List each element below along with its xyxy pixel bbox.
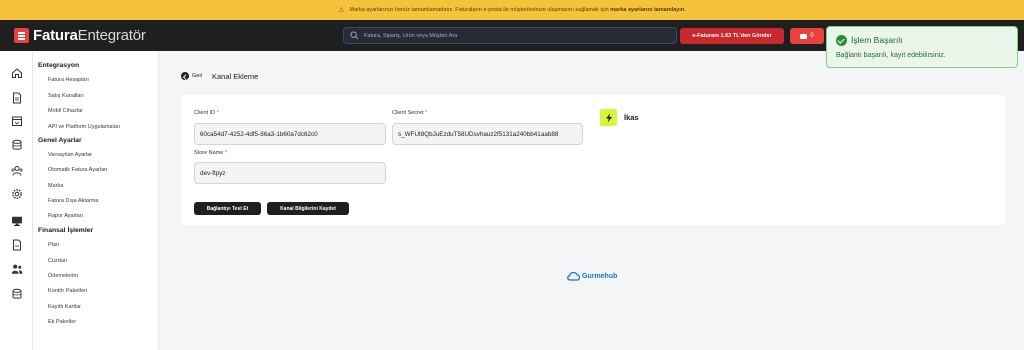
document-icon[interactable] <box>11 91 23 104</box>
notification-count: 0 <box>810 33 814 39</box>
send-invoice-button[interactable]: e-Faturanı 1.63 TL'den Gönder <box>680 28 784 44</box>
sidebar-item-varsayilan-ayarlar[interactable]: Varsayılan Ayarlar <box>48 152 92 158</box>
gear-icon[interactable] <box>11 187 23 199</box>
sidebar-item-otomatik-fatura[interactable]: Otomatik Fatura Ayarları <box>48 167 108 173</box>
sidebar-item-mobil-cihazlar[interactable]: Mobil Cihazlar <box>48 108 83 114</box>
back-button[interactable]: Geri <box>181 72 202 80</box>
inbox-icon[interactable] <box>11 114 23 126</box>
settings-sidebar: Entegrasyon Fatura Hesapları Satış Kanal… <box>33 51 159 350</box>
back-label: Geri <box>192 73 203 79</box>
database-icon[interactable] <box>11 138 23 150</box>
icon-rail <box>0 51 33 350</box>
arrow-left-icon <box>181 72 189 80</box>
toast-title: İşlem Başarılı <box>851 35 903 45</box>
sidebar-item-kayitli-kartlar[interactable]: Kayıtlı Kartlar <box>48 304 81 310</box>
sidebar-item-marka[interactable]: Marka <box>48 183 63 189</box>
gurmehub-logo[interactable]: Gurmehub <box>566 271 617 281</box>
invoice-icon[interactable] <box>11 238 23 251</box>
banner-link[interactable]: marka ayarlarını tamamlayın. <box>610 7 686 13</box>
logo-text-bold: Fatura <box>33 27 78 44</box>
client-id-label: Client ID * <box>194 110 219 116</box>
search-box[interactable] <box>343 27 677 44</box>
search-input[interactable] <box>364 32 664 39</box>
integration-brand-name: İkas <box>624 113 639 122</box>
required-mark: * <box>224 150 228 156</box>
footer-brand: Gurmehub <box>582 272 618 280</box>
home-icon[interactable] <box>11 66 23 78</box>
sidebar-item-odemelerim[interactable]: Ödemelerim <box>48 273 78 279</box>
sidebar-heading-genel-ayarlar: Genel Ayarlar <box>38 137 82 144</box>
logo-text-light: Entegratör <box>77 27 146 44</box>
required-mark: * <box>216 110 219 116</box>
warning-banner: ⚠ Marka ayarlarınızı henüz tamamlamadını… <box>0 0 1024 20</box>
cloud-icon <box>567 271 580 281</box>
archive-icon[interactable] <box>11 287 23 299</box>
sidebar-item-ek-paketler[interactable]: Ek Paketler <box>48 319 76 325</box>
sidebar-item-plan[interactable]: Plan <box>48 242 59 248</box>
search-icon <box>350 31 359 40</box>
required-mark: * <box>425 110 428 116</box>
notification-button[interactable]: 0 <box>790 28 824 44</box>
sidebar-item-fatura-hesaplari[interactable]: Fatura Hesapları <box>48 77 89 83</box>
test-connection-button[interactable]: Bağlantıyı Test Et <box>194 202 261 215</box>
ikas-logo-icon <box>600 109 617 126</box>
sidebar-heading-finansal-islemler: Finansal İşlemler <box>38 227 94 234</box>
store-name-input[interactable] <box>194 162 386 184</box>
sidebar-item-api-platform[interactable]: API ve Platform Uygulamaları <box>48 124 120 130</box>
store-name-label: Store Name * <box>194 150 228 156</box>
check-circle-icon <box>836 35 847 46</box>
sidebar-item-satis-kanallari[interactable]: Satış Kanalları <box>48 93 84 99</box>
people-icon[interactable] <box>11 262 23 274</box>
page-title: Kanal Ekleme <box>212 72 259 81</box>
save-channel-button[interactable]: Kanal Bilgilerini Kaydet <box>267 202 349 215</box>
logo-icon <box>14 28 29 43</box>
warning-icon: ⚠ <box>338 7 345 14</box>
client-secret-label: Client Secret * <box>392 110 428 116</box>
toast-message: Bağlantı başarılı, kayıt edebilirsiniz. <box>836 52 946 59</box>
sidebar-item-cuzdan[interactable]: Cüzdan <box>48 258 67 264</box>
sidebar-item-rapor-ayarlari[interactable]: Rapor Ayarları <box>48 213 83 219</box>
sidebar-item-fatura-disa-aktarma[interactable]: Fatura Dışa Aktarma <box>48 198 98 204</box>
app-logo[interactable]: FaturaEntegratör <box>14 27 146 44</box>
channel-form-card: Client ID * Client Secret * Store Name *… <box>181 95 1005 225</box>
message-icon <box>800 33 808 39</box>
monitor-icon[interactable] <box>11 214 23 226</box>
banner-text: Marka ayarlarınızı henüz tamamlamadınız.… <box>349 7 609 13</box>
users-group-icon[interactable] <box>11 164 23 176</box>
client-id-input[interactable] <box>194 123 386 145</box>
sidebar-item-kontor-paketleri[interactable]: Kontör Paketleri <box>48 288 87 294</box>
success-toast: İşlem Başarılı Bağlantı başarılı, kayıt … <box>826 26 1018 68</box>
client-secret-input[interactable] <box>392 123 583 145</box>
sidebar-heading-entegrasyon: Entegrasyon <box>38 62 80 69</box>
